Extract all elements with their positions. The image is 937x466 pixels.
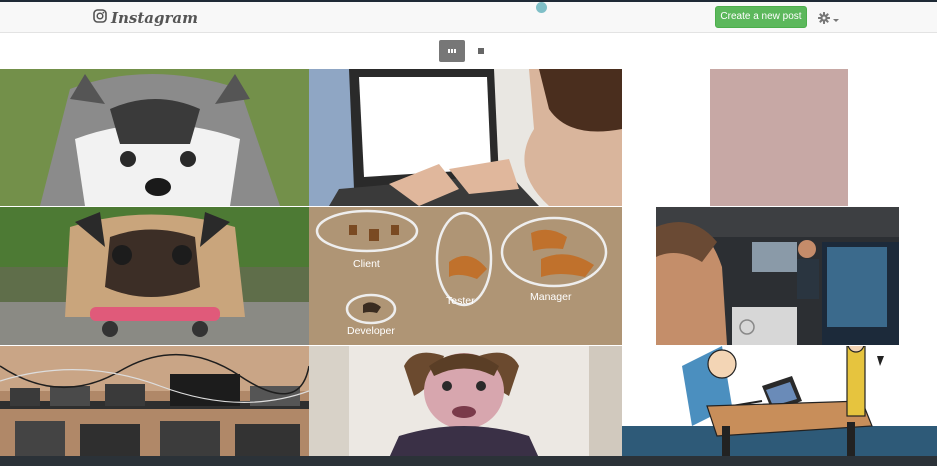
navbar: Instagram Create a new post — [0, 2, 937, 33]
brand-link[interactable]: Instagram — [93, 8, 198, 28]
post-thumbnail[interactable]: Client Tester Manager Developer — [309, 207, 622, 345]
tiger-label-tester: Tester — [446, 295, 475, 307]
instagram-icon — [93, 8, 107, 28]
chevron-down-icon — [833, 18, 839, 22]
post-thumbnail[interactable] — [0, 346, 309, 458]
post-thumbnail[interactable] — [622, 346, 937, 458]
posts-grid: Client Tester Manager Developer — [0, 69, 937, 458]
single-view-button[interactable] — [468, 40, 494, 62]
taskbar — [0, 456, 937, 466]
settings-dropdown[interactable] — [818, 11, 839, 29]
tiger-label-developer: Developer — [347, 325, 395, 337]
post-thumbnail[interactable] — [0, 207, 309, 345]
grid-view-button[interactable] — [439, 40, 465, 62]
single-view-icon — [478, 48, 484, 54]
tiger-label-client: Client — [353, 258, 380, 270]
create-post-button[interactable]: Create a new post — [715, 6, 807, 28]
post-thumbnail[interactable] — [0, 69, 309, 206]
post-thumbnail[interactable] — [622, 207, 937, 345]
post-thumbnail[interactable] — [309, 346, 622, 458]
post-thumbnail[interactable] — [309, 69, 622, 206]
mouse-cursor-indicator — [536, 2, 547, 13]
post-thumbnail[interactable] — [622, 69, 937, 206]
gear-icon — [818, 11, 830, 29]
tiger-label-manager: Manager — [530, 291, 572, 303]
brand-name: Instagram — [111, 9, 198, 27]
grid-view-icon — [448, 49, 456, 53]
